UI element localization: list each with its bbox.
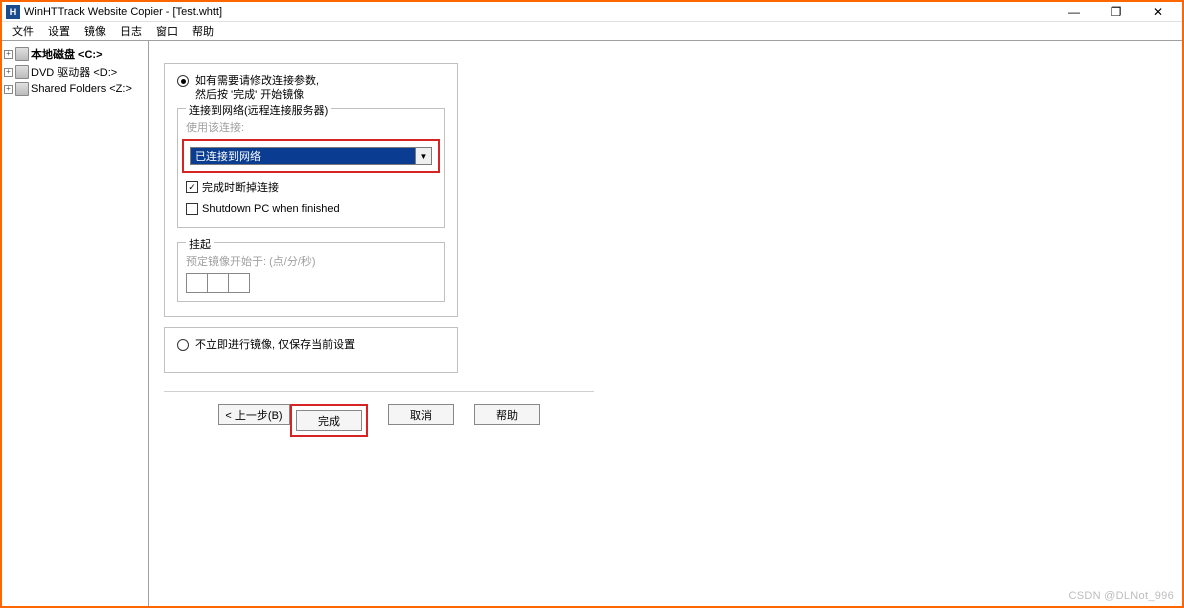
drive-icon <box>15 47 29 61</box>
finish-button[interactable]: 完成 <box>296 410 362 431</box>
cancel-button[interactable]: 取消 <box>388 404 454 425</box>
expand-icon[interactable]: + <box>4 50 13 59</box>
help-button[interactable]: 帮助 <box>474 404 540 425</box>
radio-icon <box>177 339 189 351</box>
radio-label: 如有需要请修改连接参数, 然后按 '完成' 开始镜像 <box>195 74 319 102</box>
hours-input[interactable] <box>186 273 208 293</box>
fieldset-legend: 连接到网络(远程连接服务器) <box>186 102 331 118</box>
minimize-button[interactable]: — <box>1062 5 1086 19</box>
expand-icon[interactable]: + <box>4 68 13 77</box>
bottom-panel: 不立即进行镜像, 仅保存当前设置 <box>164 327 458 373</box>
sidebar: + 本地磁盘 <C:> + DVD 驱动器 <D:> + Shared Fold… <box>2 41 149 606</box>
highlight-box: 完成 <box>290 404 368 437</box>
maximize-button[interactable]: ❐ <box>1104 5 1128 19</box>
tree-label: Shared Folders <Z:> <box>31 83 132 95</box>
title-bar: H WinHTTrack Website Copier - [Test.whtt… <box>2 2 1182 22</box>
top-panel: 如有需要请修改连接参数, 然后按 '完成' 开始镜像 连接到网络(远程连接服务器… <box>164 63 458 317</box>
seconds-input[interactable] <box>228 273 250 293</box>
fieldset-legend: 挂起 <box>186 236 214 252</box>
dropdown-value: 已连接到网络 <box>191 148 415 164</box>
body-split: + 本地磁盘 <C:> + DVD 驱动器 <D:> + Shared Fold… <box>2 40 1182 606</box>
connection-dropdown[interactable]: 已连接到网络 ▼ <box>190 147 432 165</box>
tree-label: 本地磁盘 <C:> <box>31 46 103 62</box>
tree-label: DVD 驱动器 <D:> <box>31 64 117 80</box>
app-icon: H <box>6 5 20 19</box>
tree-item-c-drive[interactable]: + 本地磁盘 <C:> <box>4 45 146 63</box>
checkbox-icon <box>186 203 198 215</box>
checkbox-shutdown[interactable]: Shutdown PC when finished <box>186 203 436 215</box>
tree-item-z-drive[interactable]: + Shared Folders <Z:> <box>4 81 146 97</box>
menu-mirror[interactable]: 镜像 <box>78 22 112 40</box>
window-controls: — ❐ ✕ <box>1062 5 1178 19</box>
divider <box>164 391 594 392</box>
close-button[interactable]: ✕ <box>1146 5 1170 19</box>
radio-save-only[interactable]: 不立即进行镜像, 仅保存当前设置 <box>177 338 445 352</box>
checkbox-label: Shutdown PC when finished <box>202 203 340 215</box>
drive-icon <box>15 65 29 79</box>
tree-item-d-drive[interactable]: + DVD 驱动器 <D:> <box>4 63 146 81</box>
radio-start-mirror[interactable]: 如有需要请修改连接参数, 然后按 '完成' 开始镜像 <box>177 74 445 102</box>
minutes-input[interactable] <box>207 273 229 293</box>
menu-help[interactable]: 帮助 <box>186 22 220 40</box>
drive-icon <box>15 82 29 96</box>
checkbox-disconnect[interactable]: ✓ 完成时断掉连接 <box>186 179 436 195</box>
highlight-box: 已连接到网络 ▼ <box>182 139 440 173</box>
menu-log[interactable]: 日志 <box>114 22 148 40</box>
checkbox-icon: ✓ <box>186 181 198 193</box>
main-content: 如有需要请修改连接参数, 然后按 '完成' 开始镜像 连接到网络(远程连接服务器… <box>149 41 1182 606</box>
fieldset-suspend: 挂起 预定镜像开始于: (点/分/秒) <box>177 242 445 302</box>
menu-bar: 文件 设置 镜像 日志 窗口 帮助 <box>2 22 1182 40</box>
hint-label: 使用该连接: <box>186 119 436 135</box>
back-button[interactable]: < 上一步(B) <box>218 404 290 425</box>
fieldset-network: 连接到网络(远程连接服务器) 使用该连接: 已连接到网络 ▼ ✓ 完成时断掉连接 <box>177 108 445 228</box>
menu-settings[interactable]: 设置 <box>42 22 76 40</box>
radio-icon <box>177 75 189 87</box>
watermark: CSDN @DLNot_996 <box>1068 590 1174 602</box>
expand-icon[interactable]: + <box>4 85 13 94</box>
menu-file[interactable]: 文件 <box>6 22 40 40</box>
time-inputs <box>186 273 436 293</box>
button-row: < 上一步(B) 完成 取消 帮助 <box>164 404 594 437</box>
window-title: WinHTTrack Website Copier - [Test.whtt] <box>24 6 1062 18</box>
radio-label: 不立即进行镜像, 仅保存当前设置 <box>195 338 355 352</box>
menu-window[interactable]: 窗口 <box>150 22 184 40</box>
checkbox-label: 完成时断掉连接 <box>202 179 279 195</box>
app-window: H WinHTTrack Website Copier - [Test.whtt… <box>0 0 1184 608</box>
hint-label: 预定镜像开始于: (点/分/秒) <box>186 253 436 269</box>
chevron-down-icon[interactable]: ▼ <box>415 148 431 164</box>
